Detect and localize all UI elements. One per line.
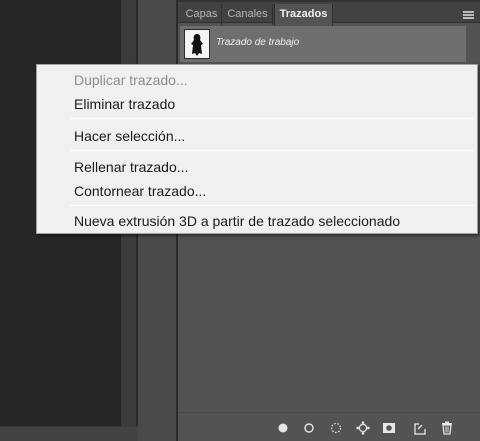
menu-item-stroke-path[interactable]: Contornear trazado... [74, 182, 206, 200]
path-row-work-path[interactable]: Trazado de trabajo [180, 26, 466, 62]
new-path-icon[interactable] [413, 421, 427, 435]
path-shape-icon [191, 34, 203, 56]
hamburger-icon[interactable] [463, 11, 474, 19]
menu-separator [70, 205, 474, 206]
path-name: Trazado de trabajo [216, 37, 300, 48]
menu-item-new-3d-extrusion[interactable]: Nueva extrusión 3D a partir de trazado s… [74, 212, 400, 230]
tab-trazados[interactable]: Trazados [274, 4, 333, 26]
path-thumbnail [184, 29, 210, 59]
make-work-path-icon[interactable] [356, 421, 370, 435]
tab-capas[interactable]: Capas [182, 4, 222, 25]
context-menu: Duplicar trazado... Eliminar trazado Hac… [36, 64, 478, 234]
menu-item-delete-path[interactable]: Eliminar trazado [74, 95, 175, 113]
panel-tab-bar: Capas Canales Trazados [178, 0, 480, 26]
tab-canales[interactable]: Canales [223, 4, 273, 25]
panel-bottom-toolbar [178, 412, 480, 441]
menu-item-fill-path[interactable]: Rellenar trazado... [74, 158, 188, 176]
menu-item-make-selection[interactable]: Hacer selección... [74, 127, 185, 145]
load-selection-icon[interactable] [329, 421, 343, 435]
delete-icon[interactable] [440, 421, 454, 435]
stroke-path-icon[interactable] [302, 421, 316, 435]
horizontal-scrollbar[interactable] [0, 426, 138, 441]
menu-separator [70, 118, 474, 119]
fill-path-icon[interactable] [276, 421, 290, 435]
add-mask-icon[interactable] [382, 421, 396, 435]
menu-item-duplicate-path: Duplicar trazado... [74, 72, 188, 88]
menu-separator [70, 150, 474, 151]
